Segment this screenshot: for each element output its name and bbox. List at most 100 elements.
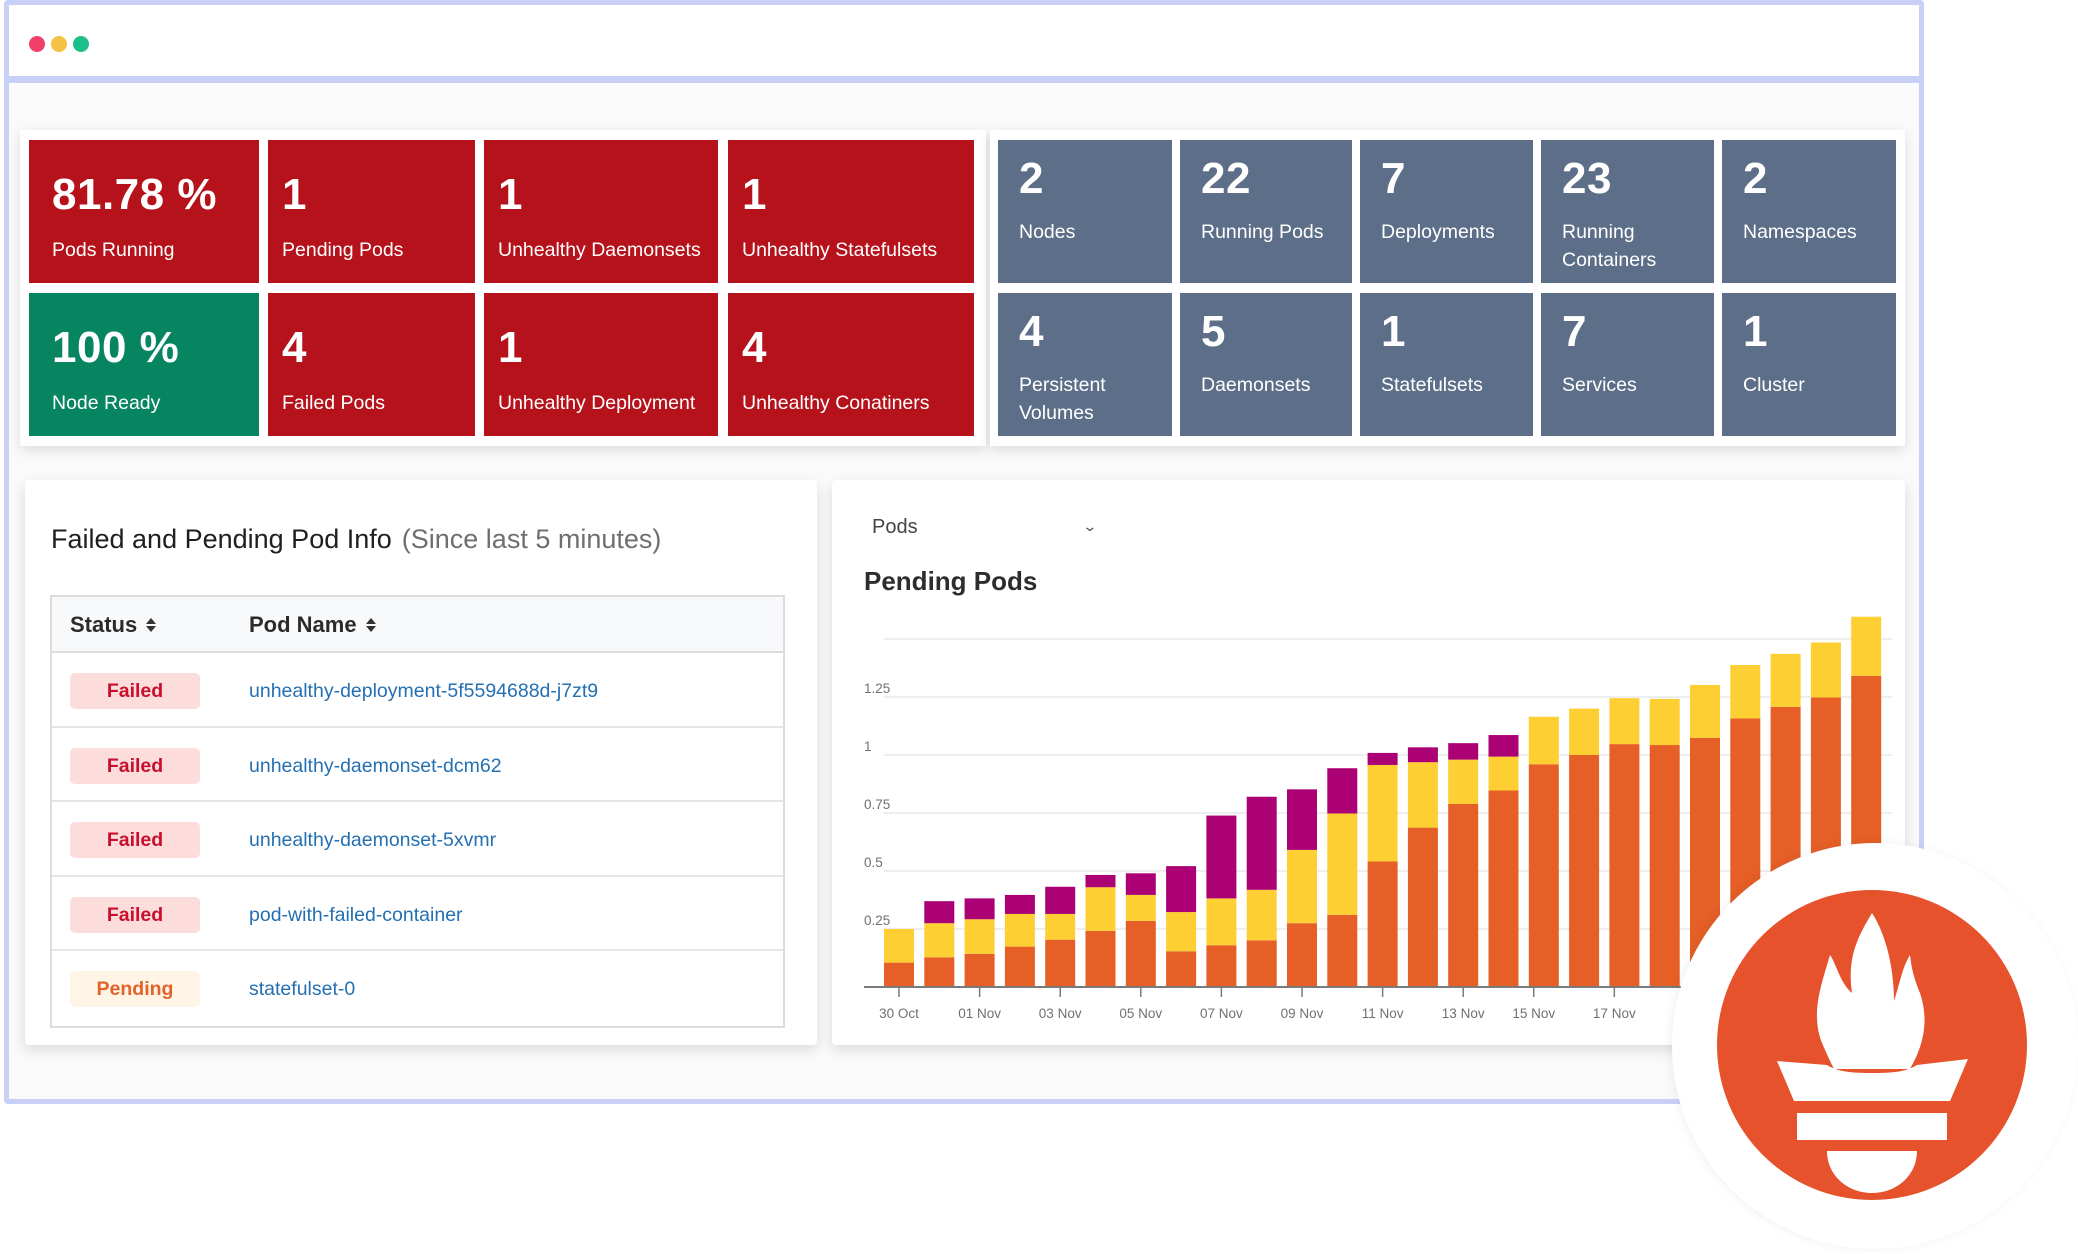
status-badge: Failed: [70, 747, 200, 784]
tile-pods-running[interactable]: 81.78 % Pods Running: [29, 140, 259, 283]
bar-segment-series-3: [1407, 747, 1438, 763]
bar-segment-series-2: [1327, 813, 1358, 915]
tile-daemonsets[interactable]: 5 Daemonsets: [1180, 293, 1352, 436]
tile-namespaces[interactable]: 2 Namespaces: [1722, 140, 1896, 283]
bar-segment-series-2: [1649, 698, 1680, 746]
tile-value: 7: [1562, 307, 1587, 356]
bar-segment-series-2: [1085, 887, 1116, 931]
panel-heading: Failed and Pending Pod Info: [51, 524, 392, 554]
bar-segment-series-1: [1609, 744, 1640, 987]
bar-segment-series-1: [1125, 920, 1156, 987]
close-window-button[interactable]: [29, 36, 45, 52]
column-header-pod-name[interactable]: Pod Name: [249, 612, 376, 638]
y-tick-label: 0.5: [864, 855, 883, 870]
minimize-window-button[interactable]: [51, 36, 67, 52]
tile-deployments[interactable]: 7 Deployments: [1360, 140, 1533, 283]
tile-unhealthy-daemonsets[interactable]: 1 Unhealthy Daemonsets: [484, 140, 718, 283]
bar-segment-series-1: [1407, 827, 1438, 987]
y-tick-label: 0.25: [864, 913, 890, 928]
tile-value: 1: [498, 323, 523, 372]
status-badge: Pending: [70, 971, 200, 1007]
tile-label: Running Containers: [1562, 221, 1657, 271]
table-header: Status Pod Name: [52, 597, 783, 653]
column-header-status[interactable]: Status: [70, 612, 157, 638]
tile-label: Nodes: [1019, 221, 1076, 243]
table-row: Failed unhealthy-daemonset-dcm62: [52, 728, 783, 802]
table-row: Failed unhealthy-deployment-5f5594688d-j…: [52, 653, 783, 728]
tile-label: Statefulsets: [1381, 374, 1483, 396]
status-tiles-group: 81.78 % Pods Running 1 Pending Pods 1 Un…: [20, 130, 986, 446]
y-tick-label: 1.25: [864, 681, 890, 696]
tile-value: 2: [1019, 154, 1044, 203]
tile-value: 81.78 %: [52, 170, 217, 219]
status-badge: Failed: [70, 822, 200, 858]
bar-segment-series-1: [1569, 755, 1600, 987]
tile-node-ready[interactable]: 100 % Node Ready: [29, 293, 259, 436]
panel-subheading: (Since last 5 minutes): [401, 524, 662, 554]
tile-persistent-volumes[interactable]: 4 Persistent Volumes: [998, 293, 1172, 436]
bar-segment-series-2: [884, 929, 914, 963]
pod-name-link[interactable]: unhealthy-daemonset-dcm62: [249, 755, 502, 778]
maximize-window-button[interactable]: [73, 36, 89, 52]
tile-nodes[interactable]: 2 Nodes: [998, 140, 1172, 283]
bar-segment-series-1: [964, 953, 995, 987]
bar-segment-series-3: [1246, 796, 1277, 890]
bar-segment-series-1: [1166, 951, 1197, 987]
tile-value: 1: [1381, 307, 1406, 356]
bar-segment-series-1: [1327, 914, 1358, 987]
tile-statefulsets[interactable]: 1 Statefulsets: [1360, 293, 1533, 436]
bar-segment-series-2: [964, 919, 995, 954]
bar-segment-series-2: [1367, 764, 1398, 862]
pod-name-link[interactable]: pod-with-failed-container: [249, 904, 463, 927]
tile-value: 4: [1019, 307, 1044, 356]
bar-segment-series-3: [1287, 789, 1317, 850]
tile-label: Pods Running: [52, 239, 175, 261]
x-tick-label: 30 Oct: [879, 1006, 919, 1021]
tile-label: Failed Pods: [282, 392, 385, 414]
bar-segment-series-2: [924, 923, 955, 958]
bar-segment-series-3: [1004, 894, 1035, 914]
pod-name-link[interactable]: unhealthy-deployment-5f5594688d-j7zt9: [249, 680, 598, 703]
bar-segment-series-1: [884, 962, 914, 987]
bar-segment-series-1: [1246, 940, 1277, 987]
x-tick-label: 01 Nov: [958, 1006, 1001, 1021]
tile-running-containers[interactable]: 23 Running Containers: [1541, 140, 1714, 283]
tile-label: Running Pods: [1201, 221, 1324, 243]
tile-label: Namespaces: [1743, 221, 1857, 243]
tile-value: 22: [1201, 154, 1251, 203]
tile-unhealthy-deployment[interactable]: 1 Unhealthy Deployment: [484, 293, 718, 436]
tile-unhealthy-statefulsets[interactable]: 1 Unhealthy Statefulsets: [728, 140, 974, 283]
table-row: Failed unhealthy-daemonset-5xvmr: [52, 802, 783, 877]
sort-icon[interactable]: [146, 618, 157, 632]
bar-segment-series-2: [1851, 616, 1882, 676]
bar-segment-series-3: [924, 901, 955, 924]
tile-cluster[interactable]: 1 Cluster: [1722, 293, 1896, 436]
tile-label: Cluster: [1743, 374, 1805, 396]
bar-segment-series-1: [1045, 939, 1076, 987]
tile-unhealthy-containers[interactable]: 4 Unhealthy Conatiners: [728, 293, 974, 436]
y-tick-label: 0.75: [864, 797, 890, 812]
status-badge: Failed: [70, 896, 200, 933]
pod-name-link[interactable]: statefulset-0: [249, 978, 355, 1001]
bar-segment-series-1: [1488, 790, 1519, 987]
pod-info-table: Status Pod Name Failed unhealthy-deploym…: [50, 595, 785, 1028]
tile-running-pods[interactable]: 22 Running Pods: [1180, 140, 1352, 283]
prometheus-logo-badge: [1672, 843, 2078, 1249]
tile-services[interactable]: 7 Services: [1541, 293, 1714, 436]
resource-count-tiles-group: 2 Nodes 22 Running Pods 7 Deployments 23…: [990, 130, 1905, 446]
bar-segment-series-2: [1004, 913, 1035, 947]
sort-icon[interactable]: [365, 618, 376, 632]
bar-segment-series-1: [1287, 923, 1317, 987]
bar-segment-series-2: [1407, 762, 1438, 828]
table-row: Pending statefulset-0: [52, 951, 783, 1026]
tile-label: Unhealthy Daemonsets: [498, 239, 701, 261]
tile-label: Unhealthy Conatiners: [742, 392, 930, 414]
bar-segment-series-2: [1206, 898, 1237, 946]
pod-name-link[interactable]: unhealthy-daemonset-5xvmr: [249, 829, 496, 852]
bar-segment-series-2: [1569, 708, 1600, 755]
tile-failed-pods[interactable]: 4 Failed Pods: [268, 293, 475, 436]
column-header-label: Status: [70, 612, 138, 637]
tile-pending-pods[interactable]: 1 Pending Pods: [268, 140, 475, 283]
bar-segment-series-2: [1246, 889, 1277, 941]
pod-info-title: Failed and Pending Pod Info (Since last 5…: [51, 524, 661, 555]
